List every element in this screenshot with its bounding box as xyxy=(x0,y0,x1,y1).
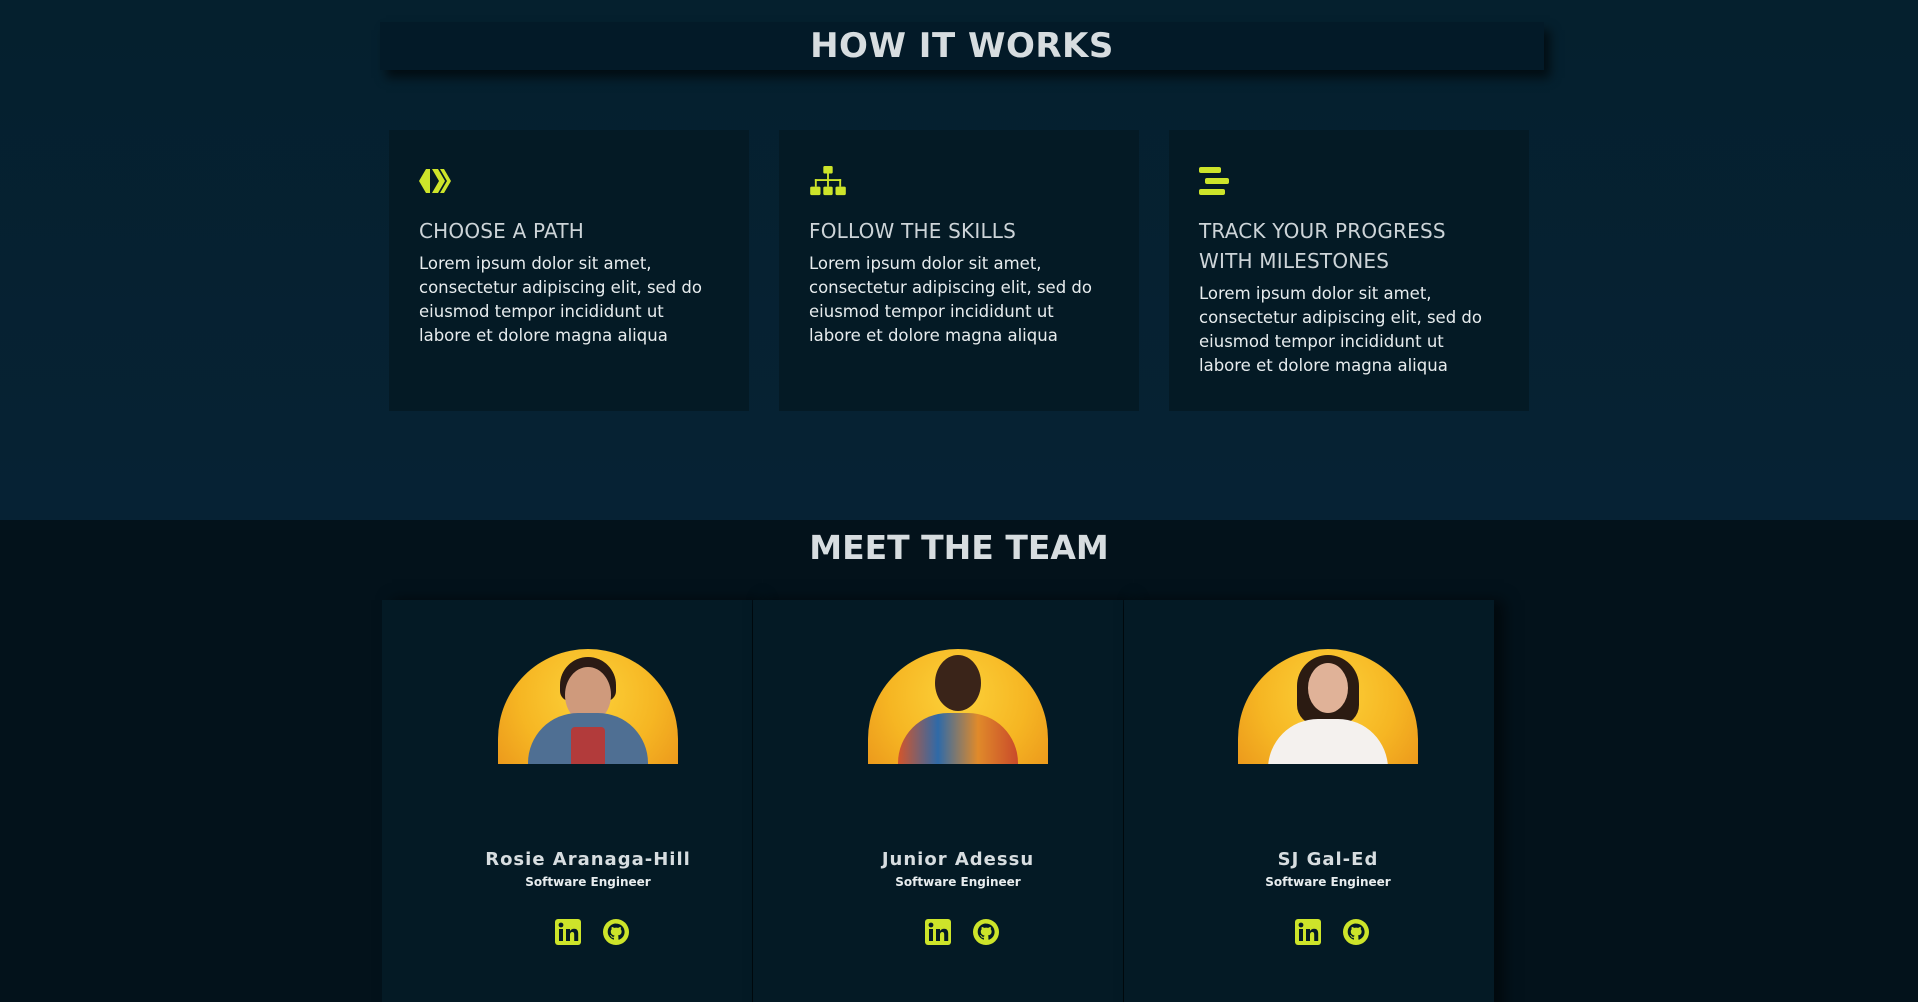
how-card-choose-path: CHOOSE A PATH Lorem ipsum dolor sit amet… xyxy=(389,130,749,411)
github-link[interactable] xyxy=(1342,918,1370,946)
how-card-track-progress: TRACK YOUR PROGRESS WITH MILESTONES Lore… xyxy=(1169,130,1529,411)
member-role: Software Engineer xyxy=(525,875,651,889)
member-name: SJ Gal-Ed xyxy=(1277,849,1379,870)
member-name: Junior Adessu xyxy=(881,849,1035,870)
team-title: MEET THE TEAM xyxy=(809,528,1109,567)
github-icon xyxy=(1343,919,1369,945)
linkedin-link[interactable] xyxy=(924,918,952,946)
stream-icon xyxy=(1199,167,1229,195)
avatar-body xyxy=(1268,719,1388,764)
linkedin-icon xyxy=(925,919,951,945)
social-links-rosie xyxy=(392,918,792,946)
how-card-text: Lorem ipsum dolor sit amet, consectetur … xyxy=(809,254,1092,345)
social-links-junior xyxy=(762,918,1162,946)
github-link[interactable] xyxy=(602,918,630,946)
how-it-works-section: HOW IT WORKS CHOOSE A PATH Lorem ipsum d… xyxy=(0,0,1918,520)
linkedin-icon xyxy=(555,919,581,945)
avatar-face xyxy=(1308,663,1348,713)
how-card-title: TRACK YOUR PROGRESS WITH MILESTONES xyxy=(1199,219,1446,273)
member-role: Software Engineer xyxy=(1265,875,1391,889)
github-link[interactable] xyxy=(972,918,1000,946)
linkedin-icon xyxy=(1295,919,1321,945)
github-icon xyxy=(603,919,629,945)
linkedin-link[interactable] xyxy=(554,918,582,946)
member-role: Software Engineer xyxy=(895,875,1021,889)
how-it-works-header: HOW IT WORKS xyxy=(380,22,1544,70)
how-card-text: Lorem ipsum dolor sit amet, consectetur … xyxy=(419,254,702,345)
avatar-body xyxy=(898,713,1018,764)
avatar-shirt xyxy=(571,727,605,764)
social-links-sj xyxy=(1132,918,1532,946)
how-card-title: CHOOSE A PATH xyxy=(419,219,584,243)
hive-icon xyxy=(419,169,451,193)
how-card-follow-skills: FOLLOW THE SKILLS Lorem ipsum dolor sit … xyxy=(779,130,1139,411)
how-it-works-title: HOW IT WORKS xyxy=(810,26,1114,66)
how-card-title: FOLLOW THE SKILLS xyxy=(809,219,1017,243)
linkedin-link[interactable] xyxy=(1294,918,1322,946)
how-card-text: Lorem ipsum dolor sit amet, consectetur … xyxy=(1199,284,1482,375)
sitemap-icon xyxy=(810,166,846,196)
member-name: Rosie Aranaga-Hill xyxy=(485,849,691,870)
github-icon xyxy=(973,919,999,945)
avatar-face xyxy=(935,655,981,711)
